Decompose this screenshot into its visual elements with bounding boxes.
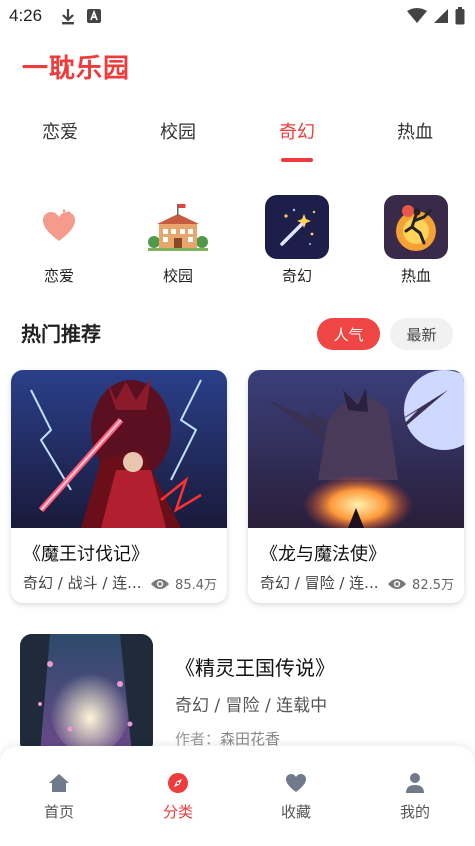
category-label: 热血 [400, 267, 431, 285]
nav-label: 我的 [399, 803, 430, 821]
fighter-icon [384, 195, 448, 259]
category-fantasy[interactable]: 奇幻 [257, 195, 337, 286]
category-label: 奇幻 [281, 267, 312, 285]
status-time: 4:26 [9, 6, 43, 25]
user-icon [402, 770, 428, 796]
tab-action[interactable]: 热血 [355, 118, 475, 144]
book-title: 《魔王讨伐记》 [23, 544, 149, 565]
category-label: 恋爱 [43, 267, 74, 285]
bottom-navigation: 首页 分类 收藏 我的 [0, 746, 475, 846]
filter-latest-button[interactable]: 最新 [390, 318, 453, 350]
book-tags: 奇幻 / 冒险 / 连... [260, 574, 379, 592]
tab-romance[interactable]: 恋爱 [0, 118, 120, 144]
magic-wand-icon [265, 195, 329, 259]
section-title: 热门推荐 [21, 322, 101, 346]
school-building-icon [146, 195, 210, 259]
nav-label: 分类 [162, 803, 193, 821]
nav-home[interactable]: 首页 [19, 770, 99, 822]
featured-book-cover[interactable] [20, 634, 153, 754]
active-tab-indicator [281, 158, 313, 162]
eye-icon [388, 578, 407, 589]
eye-icon [151, 578, 170, 589]
nav-label: 收藏 [280, 803, 311, 821]
category-romance[interactable]: 恋爱 [19, 195, 99, 286]
nav-label: 首页 [43, 803, 74, 821]
view-count: 82.5万 [412, 578, 454, 593]
book-card[interactable]: 《龙与魔法使》 奇幻 / 冒险 / 连... 82.5万 [248, 370, 464, 603]
app-notification-icon [86, 8, 102, 30]
nav-favorites[interactable]: 收藏 [256, 770, 336, 822]
category-action[interactable]: 热血 [376, 195, 456, 286]
app-title: 一耽乐园 [22, 54, 131, 84]
wifi-icon [407, 8, 427, 28]
category-tabs: 恋爱 校园 奇幻 热血 [0, 118, 475, 166]
book-cover-image [11, 370, 227, 528]
book-cover-image [248, 370, 464, 528]
nav-category[interactable]: 分类 [138, 770, 218, 822]
featured-book-tags: 奇幻 / 冒险 / 连载中 [175, 696, 328, 716]
featured-book-title[interactable]: 《精灵王国传说》 [175, 652, 335, 681]
book-title: 《龙与魔法使》 [260, 544, 386, 565]
filter-popular-button[interactable]: 人气 [317, 318, 380, 350]
home-icon [46, 770, 72, 796]
category-campus[interactable]: 校园 [138, 195, 218, 286]
status-bar: 4:26 [0, 0, 475, 34]
heart-icon [283, 770, 309, 796]
tab-campus[interactable]: 校园 [118, 118, 238, 144]
category-grid: 恋爱 校园 奇幻 热血 [0, 195, 475, 290]
book-card[interactable]: 《魔王讨伐记》 奇幻 / 战斗 / 连... 85.4万 [11, 370, 227, 603]
tab-fantasy[interactable]: 奇幻 [237, 118, 357, 144]
book-tags: 奇幻 / 战斗 / 连... [23, 574, 142, 592]
compass-icon [165, 770, 191, 796]
nav-profile[interactable]: 我的 [375, 770, 455, 822]
signal-icon [433, 8, 449, 28]
battery-icon [455, 7, 465, 29]
download-icon [60, 8, 76, 30]
category-label: 校园 [162, 267, 193, 285]
view-count: 85.4万 [175, 578, 217, 593]
heart-icon [27, 195, 91, 259]
